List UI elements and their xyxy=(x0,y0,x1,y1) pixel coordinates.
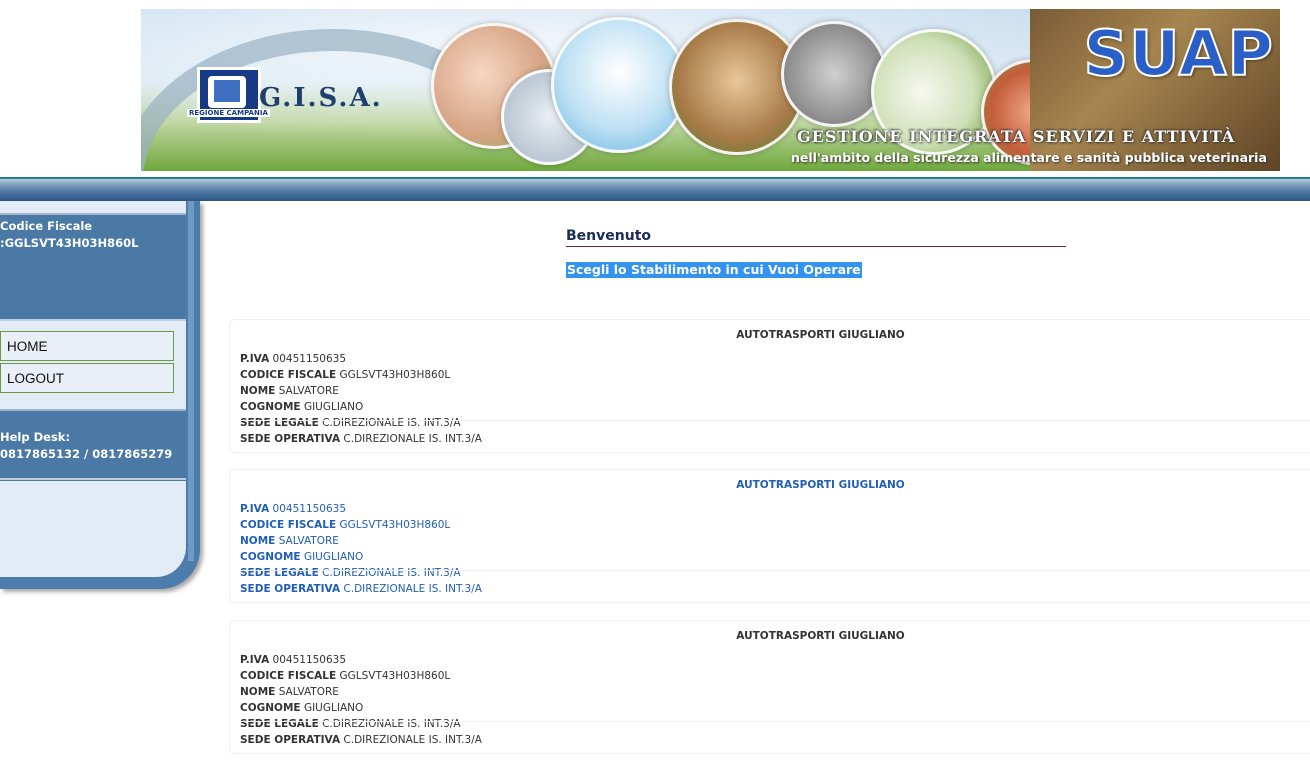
cognome-row: COGNOME GIUGLIANO xyxy=(240,702,364,714)
banner-photo-machine xyxy=(781,21,887,127)
user-fiscal-code-value: :GGLSVT43H03H860L xyxy=(0,236,139,250)
menu-item-home[interactable]: HOME xyxy=(0,331,174,361)
cognome-row: COGNOME GIUGLIANO xyxy=(240,551,364,563)
piva-row: P.IVA 00451150635 xyxy=(240,353,347,365)
sede-operativa-row: SEDE OPERATIVA C.DIREZIONALE IS. INT.3/A xyxy=(240,734,482,746)
sede-operativa-row: SEDE OPERATIVA C.DIREZIONALE IS. INT.3/A xyxy=(240,583,482,595)
establishment-card[interactable]: AUTOTRASPORTI GIUGLIANO P.IVA 0045115063… xyxy=(229,319,1310,453)
establishment-name[interactable]: AUTOTRASPORTI GIUGLIANO xyxy=(230,630,1310,642)
user-fiscal-code-label: Codice Fiscale xyxy=(0,219,93,233)
sidebar-top-strip xyxy=(0,201,186,215)
cf-row: CODICE FISCALE GGLSVT43H03H860L xyxy=(240,670,451,682)
piva-row: P.IVA 00451150635 xyxy=(240,654,347,666)
sede-legale-row: SEDE LEGALE C.DIREZIONALE IS. INT.3/A xyxy=(240,718,461,730)
sidebar-bottom xyxy=(0,481,186,577)
header-banner: REGIONE CAMPANIA G.I.S.A. SUAP GESTIONE … xyxy=(141,9,1280,171)
gisa-logo-text: G.I.S.A. xyxy=(259,83,383,113)
establishment-card[interactable]: AUTOTRASPORTI GIUGLIANO P.IVA 0045115063… xyxy=(229,620,1310,754)
cf-row: CODICE FISCALE GGLSVT43H03H860L xyxy=(240,519,451,531)
menu-item-logout[interactable]: LOGOUT xyxy=(0,363,174,393)
region-logo-caption: REGIONE CAMPANIA xyxy=(187,109,270,117)
banner-subtitle: nell'ambito della sicurezza alimentare e… xyxy=(791,150,1267,165)
sede-legale-row: SEDE LEGALE C.DIREZIONALE IS. INT.3/A xyxy=(240,567,461,579)
nome-row: NOME SALVATORE xyxy=(240,535,339,547)
help-desk-phones: 0817865132 / 0817865279 xyxy=(0,447,173,461)
cf-row: CODICE FISCALE GGLSVT43H03H860L xyxy=(240,369,451,381)
banner-title: GESTIONE INTEGRATA SERVIZI E ATTIVITÀ xyxy=(797,127,1236,146)
nome-row: NOME SALVATORE xyxy=(240,686,339,698)
user-info-panel: Codice Fiscale :GGLSVT43H03H860L xyxy=(0,215,186,321)
instruction-text: Scegli lo Stabilimento in cui Vuoi Opera… xyxy=(566,262,862,278)
establishment-card[interactable]: AUTOTRASPORTI GIUGLIANO P.IVA 0045115063… xyxy=(229,469,1310,603)
banner-photo-water xyxy=(551,17,687,153)
welcome-heading: Benvenuto xyxy=(566,227,1066,247)
suap-brand: SUAP xyxy=(1082,16,1274,91)
establishment-name[interactable]: AUTOTRASPORTI GIUGLIANO xyxy=(230,329,1310,341)
help-desk-panel: Help Desk: 0817865132 / 0817865279 xyxy=(0,412,186,480)
establishment-name[interactable]: AUTOTRASPORTI GIUGLIANO xyxy=(230,479,1310,491)
sede-operativa-row: SEDE OPERATIVA C.DIREZIONALE IS. INT.3/A xyxy=(240,433,482,445)
top-nav-bar xyxy=(0,177,1310,201)
cognome-row: COGNOME GIUGLIANO xyxy=(240,401,364,413)
sede-legale-row: SEDE LEGALE C.DIREZIONALE IS. INT.3/A xyxy=(240,417,461,429)
nome-row: NOME SALVATORE xyxy=(240,385,339,397)
piva-row: P.IVA 00451150635 xyxy=(240,503,347,515)
sidebar: Codice Fiscale :GGLSVT43H03H860L HOME LO… xyxy=(0,201,202,593)
help-desk-label: Help Desk: xyxy=(0,430,71,444)
sidebar-menu: HOME LOGOUT xyxy=(0,321,186,411)
